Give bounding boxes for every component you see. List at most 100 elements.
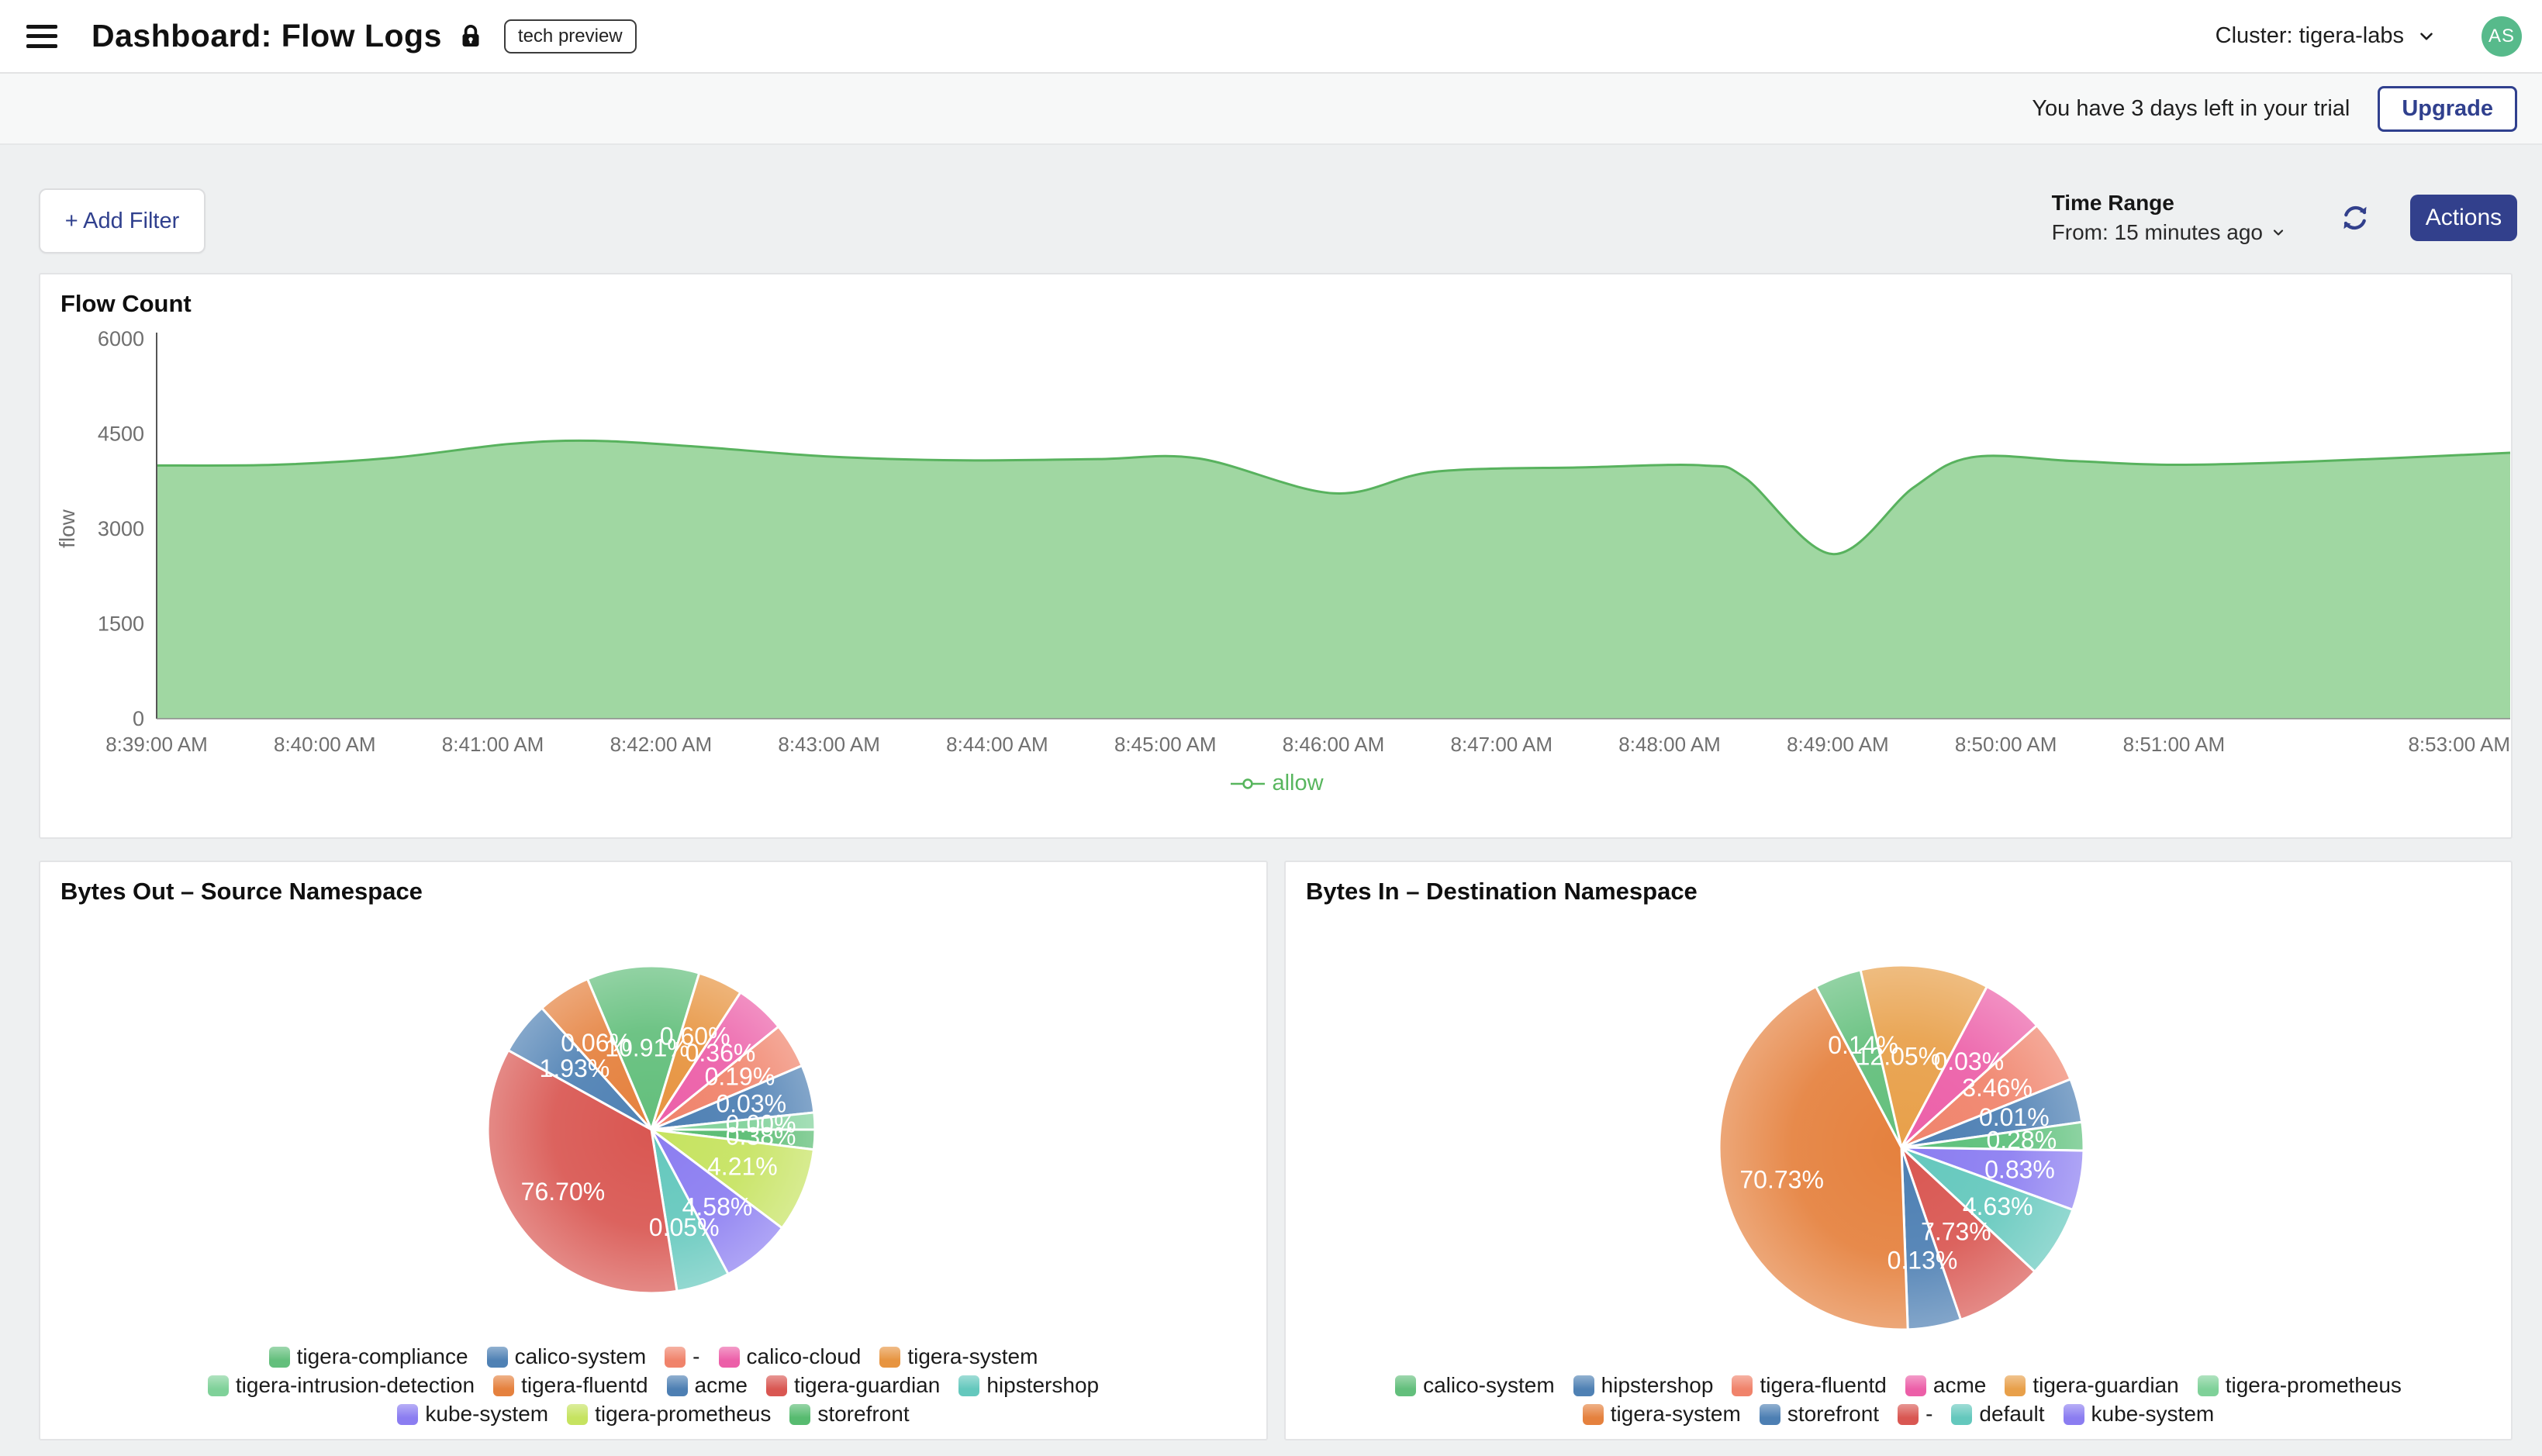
legend-item-tigera-system[interactable]: tigera-system	[879, 1344, 1038, 1369]
legend-label: hipstershop	[1601, 1373, 1714, 1398]
legend-item-tigera-guardian[interactable]: tigera-guardian	[2005, 1373, 2178, 1398]
legend-item-acme[interactable]: acme	[1905, 1373, 1986, 1398]
legend-item-tigera-fluentd[interactable]: tigera-fluentd	[1732, 1373, 1886, 1398]
legend-item-acme[interactable]: acme	[667, 1373, 748, 1398]
legend-swatch	[493, 1375, 514, 1396]
legend-label: tigera-guardian	[2033, 1373, 2178, 1398]
y-tick-label: 6000	[98, 327, 144, 350]
add-filter-button[interactable]: + Add Filter	[39, 188, 206, 254]
legend-swatch	[1760, 1404, 1780, 1425]
legend-item-tigera-intrusion-detection[interactable]: tigera-intrusion-detection	[208, 1373, 475, 1398]
bytes-in-panel: Bytes In – Destination Namespace 12.05%0…	[1284, 861, 2513, 1440]
chevron-down-icon	[2271, 225, 2286, 240]
legend-swatch	[1905, 1375, 1926, 1396]
trial-banner: You have 3 days left in your trial Upgra…	[0, 74, 2542, 145]
legend-label: acme	[695, 1373, 748, 1398]
pie-percent-label: 0.06%	[561, 1029, 631, 1057]
flow-count-panel: Flow Count 01500300045006000flow8:39:00 …	[39, 273, 2513, 839]
x-tick-label: 8:49:00 AM	[1787, 733, 1889, 756]
legend-label: kube-system	[425, 1402, 548, 1427]
legend-swatch	[667, 1375, 688, 1396]
legend-label: calico-cloud	[747, 1344, 862, 1369]
legend-swatch	[2005, 1375, 2026, 1396]
legend-label: storefront	[817, 1402, 909, 1427]
area-series-allow	[157, 440, 2510, 719]
legend-item--[interactable]: -	[1898, 1402, 1932, 1427]
time-range-selector[interactable]: Time Range From: 15 minutes ago	[2052, 188, 2286, 247]
pie-percent-label: 0.19%	[705, 1063, 775, 1091]
legend-item-tigera-fluentd[interactable]: tigera-fluentd	[493, 1373, 648, 1398]
x-tick-label: 8:46:00 AM	[1283, 733, 1385, 756]
legend-swatch	[766, 1375, 787, 1396]
legend-item-hipstershop[interactable]: hipstershop	[1573, 1373, 1714, 1398]
allow-line-icon	[1231, 777, 1265, 791]
refresh-icon[interactable]	[2340, 203, 2370, 233]
x-tick-label: 8:39:00 AM	[105, 733, 208, 756]
legend-swatch	[397, 1404, 418, 1425]
x-tick-label: 8:40:00 AM	[274, 733, 376, 756]
legend-label: tigera-system	[907, 1344, 1038, 1369]
x-tick-label: 8:51:00 AM	[2123, 733, 2226, 756]
time-range-value: From: 15 minutes ago	[2052, 218, 2263, 247]
legend-swatch	[719, 1347, 740, 1368]
legend-item-tigera-system[interactable]: tigera-system	[1583, 1402, 1741, 1427]
pie-percent-label: 70.73%	[1739, 1165, 1824, 1193]
avatar[interactable]: AS	[2482, 16, 2522, 57]
upgrade-button[interactable]: Upgrade	[2378, 86, 2517, 132]
legend-swatch	[487, 1347, 508, 1368]
legend-label: calico-system	[1423, 1373, 1555, 1398]
bytes-in-pie-chart[interactable]: 12.05%0.03%3.46%0.01%0.28%0.83%4.63%7.73…	[1286, 862, 2514, 1442]
x-tick-label: 8:47:00 AM	[1451, 733, 1553, 756]
legend-swatch	[879, 1347, 900, 1368]
legend-item-storefront[interactable]: storefront	[789, 1402, 909, 1427]
legend-item-calico-cloud[interactable]: calico-cloud	[719, 1344, 862, 1369]
legend-item-hipstershop[interactable]: hipstershop	[958, 1373, 1099, 1398]
legend-item-tigera-prometheus[interactable]: tigera-prometheus	[567, 1402, 771, 1427]
flow-count-area-chart[interactable]: 01500300045006000flow8:39:00 AM8:40:00 A…	[40, 274, 2514, 840]
legend-item-tigera-compliance[interactable]: tigera-compliance	[269, 1344, 468, 1369]
legend-label: tigera-guardian	[794, 1373, 940, 1398]
pie-percent-label: 0.03%	[1933, 1047, 2004, 1075]
x-tick-label: 8:41:00 AM	[442, 733, 544, 756]
legend-item-storefront[interactable]: storefront	[1760, 1402, 1879, 1427]
y-tick-label: 0	[133, 707, 144, 730]
pie-percent-label: 76.70%	[521, 1178, 606, 1206]
legend-item-default[interactable]: default	[1951, 1402, 2044, 1427]
legend-item-calico-system[interactable]: calico-system	[1395, 1373, 1555, 1398]
trial-message: You have 3 days left in your trial	[2032, 96, 2350, 122]
legend-label: allow	[1272, 771, 1323, 796]
pie-percent-label: 4.63%	[1963, 1192, 2033, 1220]
top-bar: Dashboard: Flow Logs tech preview Cluste…	[0, 0, 2542, 74]
cluster-selector[interactable]: Cluster: tigera-labs	[2216, 23, 2437, 49]
legend-item-calico-system[interactable]: calico-system	[487, 1344, 647, 1369]
pie-percent-label: 0.83%	[1984, 1155, 2055, 1183]
actions-button[interactable]: Actions	[2410, 195, 2517, 241]
legend-item-tigera-prometheus[interactable]: tigera-prometheus	[2198, 1373, 2402, 1398]
legend-item-kube-system[interactable]: kube-system	[397, 1402, 548, 1427]
legend-swatch	[1951, 1404, 1972, 1425]
page-title: Dashboard: Flow Logs	[92, 18, 442, 54]
legend-label: kube-system	[2091, 1402, 2215, 1427]
legend-swatch	[208, 1375, 229, 1396]
legend-swatch	[665, 1347, 686, 1368]
menu-icon[interactable]	[26, 25, 57, 48]
legend-label: -	[1925, 1402, 1932, 1427]
x-tick-label: 8:45:00 AM	[1114, 733, 1217, 756]
legend-label: calico-system	[515, 1344, 647, 1369]
legend-item-tigera-guardian[interactable]: tigera-guardian	[766, 1373, 940, 1398]
legend-swatch	[2064, 1404, 2084, 1425]
legend-item-kube-system[interactable]: kube-system	[2064, 1402, 2215, 1427]
y-tick-label: 3000	[98, 517, 144, 540]
pie-percent-label: 0.13%	[1888, 1247, 1958, 1275]
x-tick-label: 8:50:00 AM	[1955, 733, 2057, 756]
legend-item-allow[interactable]: allow	[1231, 771, 1323, 796]
x-tick-label: 8:48:00 AM	[1618, 733, 1721, 756]
y-tick-label: 4500	[98, 423, 144, 446]
legend-swatch	[1732, 1375, 1753, 1396]
y-axis-label: flow	[55, 509, 79, 548]
legend-label: tigera-fluentd	[521, 1373, 648, 1398]
time-range-title: Time Range	[2052, 188, 2286, 218]
x-tick-label: 8:42:00 AM	[610, 733, 713, 756]
legend-label: acme	[1933, 1373, 1986, 1398]
legend-item--[interactable]: -	[665, 1344, 699, 1369]
